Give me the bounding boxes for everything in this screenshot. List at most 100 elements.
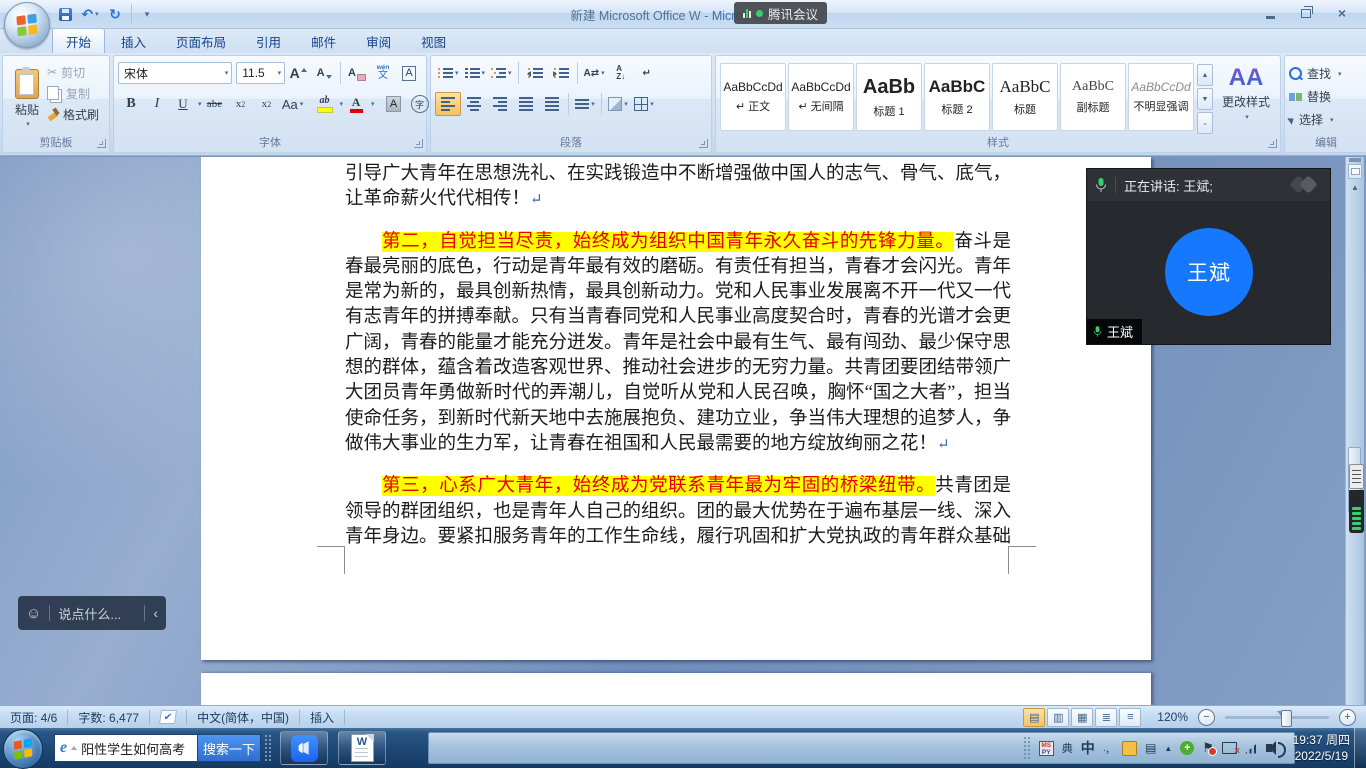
styles-more-button[interactable]: ⌄ [1197, 112, 1213, 134]
font-color-button[interactable]: A [343, 92, 369, 116]
document-page[interactable]: 引导广大青年在思想洗礼、在实践锻造中不断增强做中国人的志气、骨气、底气，让革命薪… [201, 157, 1151, 660]
next-page-top[interactable] [201, 673, 1151, 705]
tray-app-icon[interactable] [1122, 741, 1137, 756]
taskbar-word-document-button[interactable]: W [338, 731, 386, 765]
mic-volume-widget[interactable] [1349, 464, 1364, 534]
device-error-icon[interactable] [1222, 742, 1237, 754]
change-case-button[interactable]: Aa▾ [280, 92, 306, 116]
subscript-button[interactable]: x2 [228, 92, 254, 116]
search-query-text[interactable]: 阳性学生如何高考 [81, 739, 185, 758]
show-desktop-button[interactable] [1354, 728, 1366, 768]
font-size-combo[interactable]: 11.5▾ [236, 62, 285, 84]
asian-layout-button[interactable]: A⇄▾ [581, 61, 608, 85]
chat-placeholder[interactable]: 说点什么... [58, 604, 136, 623]
multilevel-list-button[interactable]: ▾ [488, 61, 515, 85]
borders-button[interactable]: ▾ [631, 92, 657, 116]
styles-scroll-up-button[interactable]: ▲ [1197, 64, 1213, 86]
align-left-button[interactable] [435, 92, 461, 116]
office-button[interactable] [4, 2, 50, 48]
numbering-button[interactable]: ▾ [462, 61, 489, 85]
ime-punctuation-icon[interactable]: ·， [1103, 741, 1114, 756]
replace-button[interactable]: 替换 [1289, 87, 1363, 106]
style-无间隔[interactable]: AaBbCcDd↵ 无间隔 [788, 63, 854, 131]
spellcheck-status[interactable]: ✔ [150, 710, 187, 725]
undo-button[interactable]: ↶▾ [81, 4, 99, 24]
dialog-launcher-icon[interactable] [97, 139, 106, 148]
redo-button[interactable]: ↻ [106, 4, 124, 24]
phonetic-guide-button[interactable]: wén文 [370, 61, 396, 85]
paste-button[interactable]: 粘贴▾ [7, 60, 47, 136]
meeting-panel[interactable]: 正在讲话: 王斌; 王斌 王斌 [1086, 168, 1331, 345]
style-标题[interactable]: AaBbC标题 [992, 63, 1058, 131]
action-center-icon[interactable]: ⚑ [1202, 740, 1214, 756]
insert-mode-indicator[interactable]: 插入 [300, 710, 345, 725]
show-hidden-icons-button[interactable]: ▲ [1164, 744, 1172, 753]
close-button[interactable]: × [1328, 4, 1356, 22]
vertical-scrollbar[interactable]: ▲ [1345, 157, 1364, 705]
style-标题1[interactable]: AaBb标题 1 [856, 63, 922, 131]
language-indicator[interactable]: 中文(简体，中国) [187, 710, 300, 725]
shrink-font-button[interactable]: A [311, 61, 337, 85]
superscript-button[interactable]: x2 [254, 92, 280, 116]
save-button[interactable] [56, 4, 74, 24]
taskbar-meeting-app-button[interactable] [280, 731, 328, 765]
copy-button[interactable]: 复制 [47, 84, 99, 102]
collapse-chevron-icon[interactable]: ‹ [153, 605, 158, 621]
dialog-launcher-icon[interactable] [414, 139, 423, 148]
text-highlight-button[interactable]: ab [312, 92, 338, 116]
style-正文[interactable]: AaBbCcDd↵ 正文 [720, 63, 786, 131]
style-标题2[interactable]: AaBbC标题 2 [924, 63, 990, 131]
page-indicator[interactable]: 页面: 4/6 [0, 710, 68, 725]
character-shading-button[interactable]: A [381, 92, 407, 116]
font-name-combo[interactable]: 宋体▾ [118, 62, 232, 84]
line-spacing-button[interactable]: ▾ [572, 92, 598, 116]
change-styles-button[interactable]: AA 更改样式 ▾ [1216, 60, 1276, 121]
grow-font-button[interactable]: A [285, 61, 311, 85]
qat-customize-button[interactable]: ▾ [131, 4, 156, 24]
ime-chinese-icon[interactable]: 中 [1081, 738, 1095, 758]
bullets-button[interactable]: ▾ [435, 61, 462, 85]
tab-引用[interactable]: 引用 [242, 28, 295, 53]
bold-button[interactable]: B [118, 92, 144, 116]
signal-strength-icon[interactable] [1245, 743, 1258, 754]
ime-dict-icon[interactable]: 典 [1062, 740, 1073, 756]
enclose-characters-button[interactable]: 字 [407, 92, 433, 116]
zoom-slider-thumb[interactable] [1281, 710, 1292, 727]
clear-formatting-button[interactable]: A [344, 61, 370, 85]
zoom-level[interactable]: 120% [1157, 710, 1188, 724]
decrease-indent-button[interactable] [522, 61, 548, 85]
search-input[interactable]: e 阳性学生如何高考 [54, 734, 198, 762]
start-button[interactable] [3, 729, 43, 769]
zoom-slider[interactable] [1225, 716, 1329, 719]
word-count[interactable]: 字数: 6,477 [68, 710, 150, 725]
tray-antivirus-icon[interactable]: + [1180, 741, 1194, 755]
view-button-draft[interactable]: ≡ [1119, 708, 1141, 727]
justify-button[interactable] [513, 92, 539, 116]
show-hide-marks-button[interactable]: ↵ [634, 61, 660, 85]
italic-button[interactable]: I [144, 92, 170, 116]
cut-button[interactable]: ✂剪切 [47, 63, 99, 81]
align-right-button[interactable] [487, 92, 513, 116]
taskbar-clock[interactable]: 19:37 周四 2022/5/19 [1293, 732, 1350, 764]
tab-插入[interactable]: 插入 [107, 28, 160, 53]
dialog-launcher-icon[interactable] [1268, 139, 1277, 148]
meeting-chat-bubble[interactable]: ☺ 说点什么... ‹ [18, 596, 166, 630]
ime-mspy-icon[interactable]: MSPY [1039, 741, 1054, 756]
find-button[interactable]: 查找▾ [1289, 64, 1363, 83]
ruler-toggle-button[interactable] [1348, 164, 1362, 179]
shading-button[interactable]: ▾ [605, 92, 631, 116]
zoom-in-button[interactable]: + [1339, 709, 1356, 726]
view-button-print-layout[interactable]: ▤ [1023, 708, 1045, 727]
strikethrough-button[interactable]: abe [202, 92, 228, 116]
align-center-button[interactable] [461, 92, 487, 116]
tab-邮件[interactable]: 邮件 [297, 28, 350, 53]
select-button[interactable]: 选择▾ [1289, 110, 1363, 129]
tab-审阅[interactable]: 审阅 [352, 28, 405, 53]
style-不明显强调[interactable]: AaBbCcDd不明显强调 [1128, 63, 1194, 131]
view-button-web-layout[interactable]: ▦ [1071, 708, 1093, 727]
character-border-button[interactable]: A [396, 61, 422, 85]
tray-document-icon[interactable]: ▤ [1145, 741, 1156, 755]
increase-indent-button[interactable] [548, 61, 574, 85]
scroll-up-button[interactable]: ▲ [1346, 181, 1364, 194]
tab-视图[interactable]: 视图 [407, 28, 460, 53]
